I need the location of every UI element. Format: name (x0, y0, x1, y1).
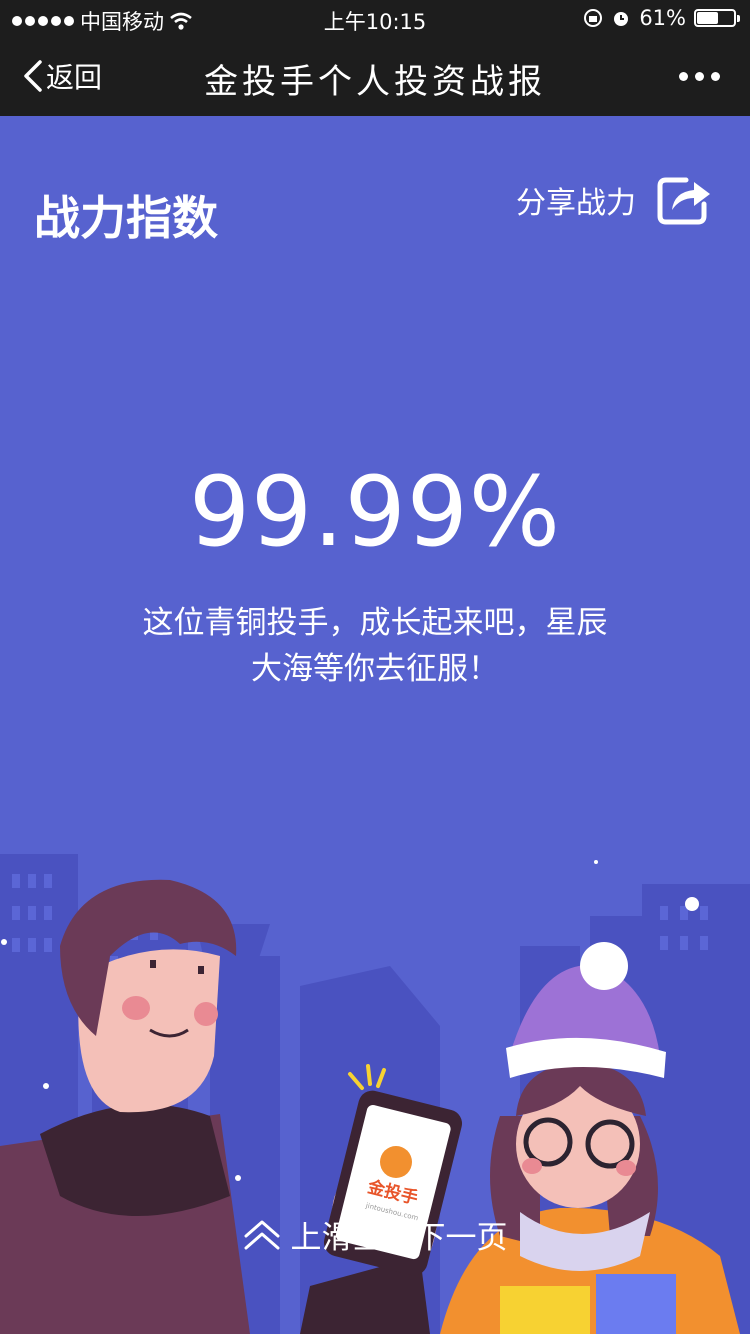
battery-level (697, 12, 719, 24)
battery-percent: 61% (639, 6, 686, 30)
more-icon[interactable] (679, 72, 720, 81)
swipe-up-hint[interactable]: 上滑查看下一页 (0, 1212, 750, 1257)
battery-icon (694, 9, 740, 27)
share-label: 分享战力 (516, 186, 636, 221)
alarm-icon (614, 12, 629, 26)
swipe-up-label: 上滑查看下一页 (290, 1220, 508, 1256)
status-right: 61% (583, 6, 740, 30)
section-title: 战力指数 (34, 191, 218, 245)
status-bar: 中国移动 上午10:15 61% (0, 0, 750, 38)
score-description: 这位青铜投手，成长起来吧，星辰大海等你去征服！ (142, 605, 608, 687)
score-value: 99.99% (188, 456, 562, 568)
main-content: 战力指数 分享战力 99.99% 这位青铜投手，成长起来吧，星辰大海等你去征服！ (0, 116, 750, 1334)
nav-bar: 返回 金投手个人投资战报 (0, 38, 750, 116)
share-icon (657, 177, 710, 225)
double-chevron-up-icon (244, 1220, 279, 1249)
page-title: 金投手个人投资战报 (204, 62, 546, 102)
orientation-lock-icon (584, 9, 603, 27)
share-button[interactable]: 分享战力 (516, 174, 712, 226)
